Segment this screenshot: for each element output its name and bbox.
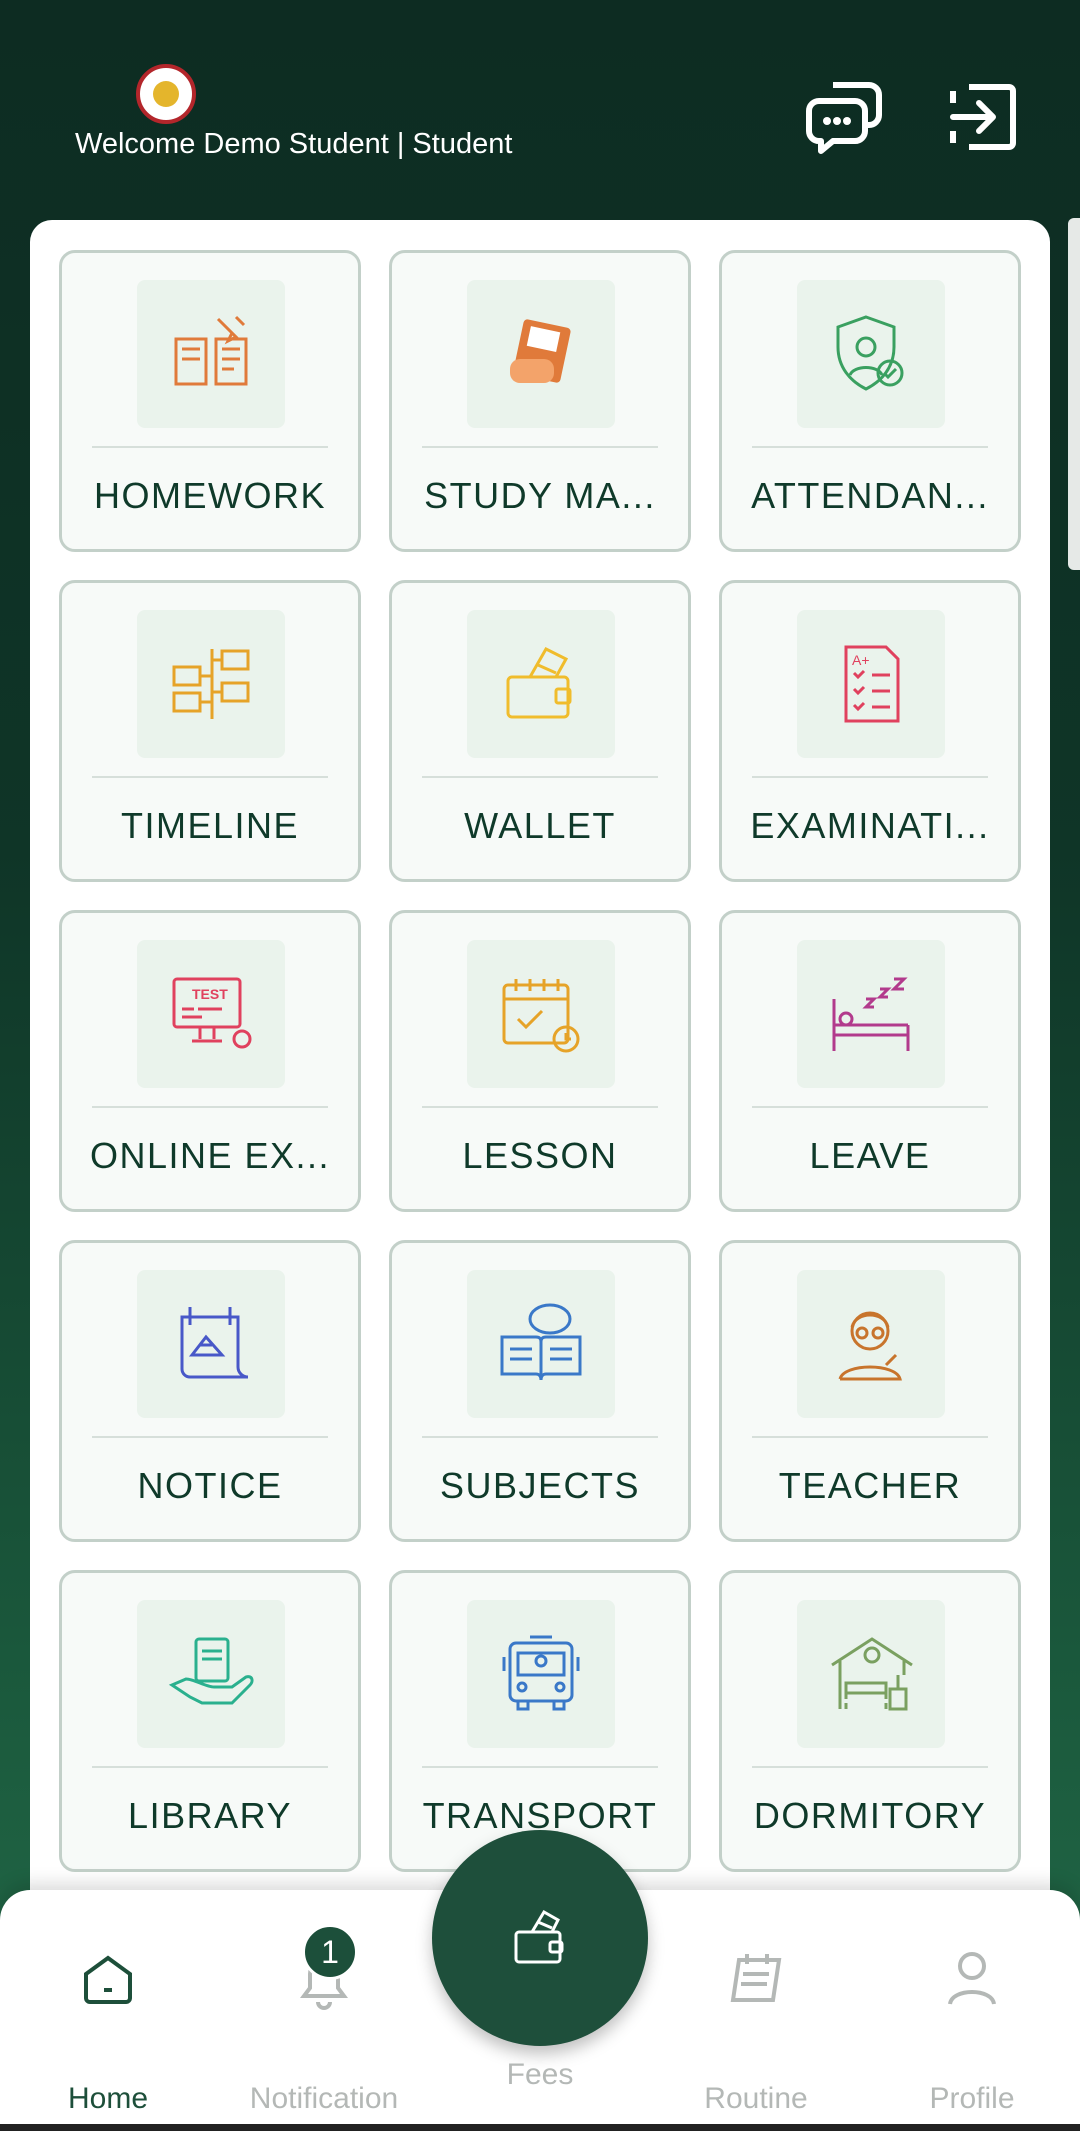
tile-label: TIMELINE	[120, 805, 300, 846]
tile-label: EXAMINATI...	[750, 805, 990, 846]
tile-label: STUDY MA...	[424, 475, 656, 516]
school-logo	[136, 64, 196, 124]
nav-notification-label: Notification	[249, 2082, 399, 2115]
chat-button[interactable]	[800, 72, 890, 162]
homework-icon	[174, 315, 248, 386]
nav-routine[interactable]: Routine	[648, 1890, 864, 2131]
routine-icon	[730, 1954, 782, 2002]
nav-home[interactable]: Home	[0, 1890, 216, 2131]
tile-label: LIBRARY	[128, 1795, 292, 1836]
tile-attendance[interactable]: ATTENDAN...	[719, 250, 1021, 552]
tile-label: HOMEWORK	[94, 475, 326, 516]
tile-label: ONLINE EX...	[89, 1135, 331, 1176]
dormitory-icon	[831, 1637, 913, 1711]
tile-label: LEAVE	[809, 1135, 931, 1176]
tile-label: DORMITORY	[753, 1795, 987, 1836]
notice-icon	[180, 1307, 249, 1379]
nav-profile[interactable]: Profile	[864, 1890, 1080, 2131]
tile-teacher[interactable]: TEACHER	[719, 1240, 1021, 1542]
fees-wallet-icon	[514, 1909, 564, 1964]
logout-button[interactable]	[938, 72, 1028, 162]
tile-leave[interactable]: LEAVE	[719, 910, 1021, 1212]
app-header: Welcome Demo Student | Student	[0, 0, 1080, 220]
lesson-icon	[502, 979, 580, 1053]
tile-transport[interactable]: TRANSPORT	[389, 1570, 691, 1872]
wallet-icon	[506, 647, 572, 719]
tile-label: WALLET	[464, 805, 616, 846]
tile-dormitory[interactable]: DORMITORY	[719, 1570, 1021, 1872]
notification-badge: 1	[302, 1924, 358, 1980]
tile-label: NOTICE	[137, 1465, 283, 1506]
svg-text:A+: A+	[852, 652, 870, 668]
tile-label: TEACHER	[778, 1465, 962, 1506]
tile-subjects[interactable]: SUBJECTS	[389, 1240, 691, 1542]
library-icon	[168, 1637, 254, 1705]
transport-icon	[502, 1635, 580, 1711]
home-icon	[84, 1955, 132, 2004]
online-exam-icon: TEST	[172, 977, 252, 1049]
profile-icon	[948, 1952, 996, 2005]
teacher-icon	[838, 1311, 902, 1381]
tile-lesson[interactable]: LESSON	[389, 910, 691, 1212]
tile-label: ATTENDAN...	[751, 475, 989, 516]
subjects-icon	[500, 1303, 582, 1381]
fees-button[interactable]	[432, 1830, 648, 2046]
nav-routine-label: Routine	[704, 2082, 808, 2115]
tile-label: SUBJECTS	[439, 1465, 641, 1506]
examination-icon: A+	[844, 645, 900, 723]
nav-profile-label: Profile	[929, 2082, 1015, 2115]
nav-home-label: Home	[67, 2082, 149, 2115]
leave-icon	[832, 977, 910, 1051]
system-home-bar	[0, 2124, 1080, 2131]
tile-label: LESSON	[462, 1135, 618, 1176]
tile-examination[interactable]: A+ EXAMINATI...	[719, 580, 1021, 882]
logout-icon	[950, 84, 1016, 150]
tile-library[interactable]: LIBRARY	[59, 1570, 361, 1872]
tile-wallet[interactable]: WALLET	[389, 580, 691, 882]
tile-online-exam[interactable]: TEST ONLINE EX...	[59, 910, 361, 1212]
attendance-icon	[836, 315, 904, 391]
tile-homework[interactable]: HOMEWORK	[59, 250, 361, 552]
nav-fees-label: Fees	[506, 2058, 574, 2091]
timeline-icon	[172, 649, 250, 719]
chat-bubbles-icon	[806, 82, 882, 154]
study-material-icon	[510, 319, 571, 383]
svg-text:TEST: TEST	[192, 986, 228, 1002]
tile-timeline[interactable]: TIMELINE	[59, 580, 361, 882]
welcome-text: Welcome Demo Student | Student	[75, 128, 513, 160]
scrollbar[interactable]	[1068, 218, 1080, 570]
tile-notice[interactable]: NOTICE	[59, 1240, 361, 1542]
tile-study-material[interactable]: STUDY MA...	[389, 250, 691, 552]
